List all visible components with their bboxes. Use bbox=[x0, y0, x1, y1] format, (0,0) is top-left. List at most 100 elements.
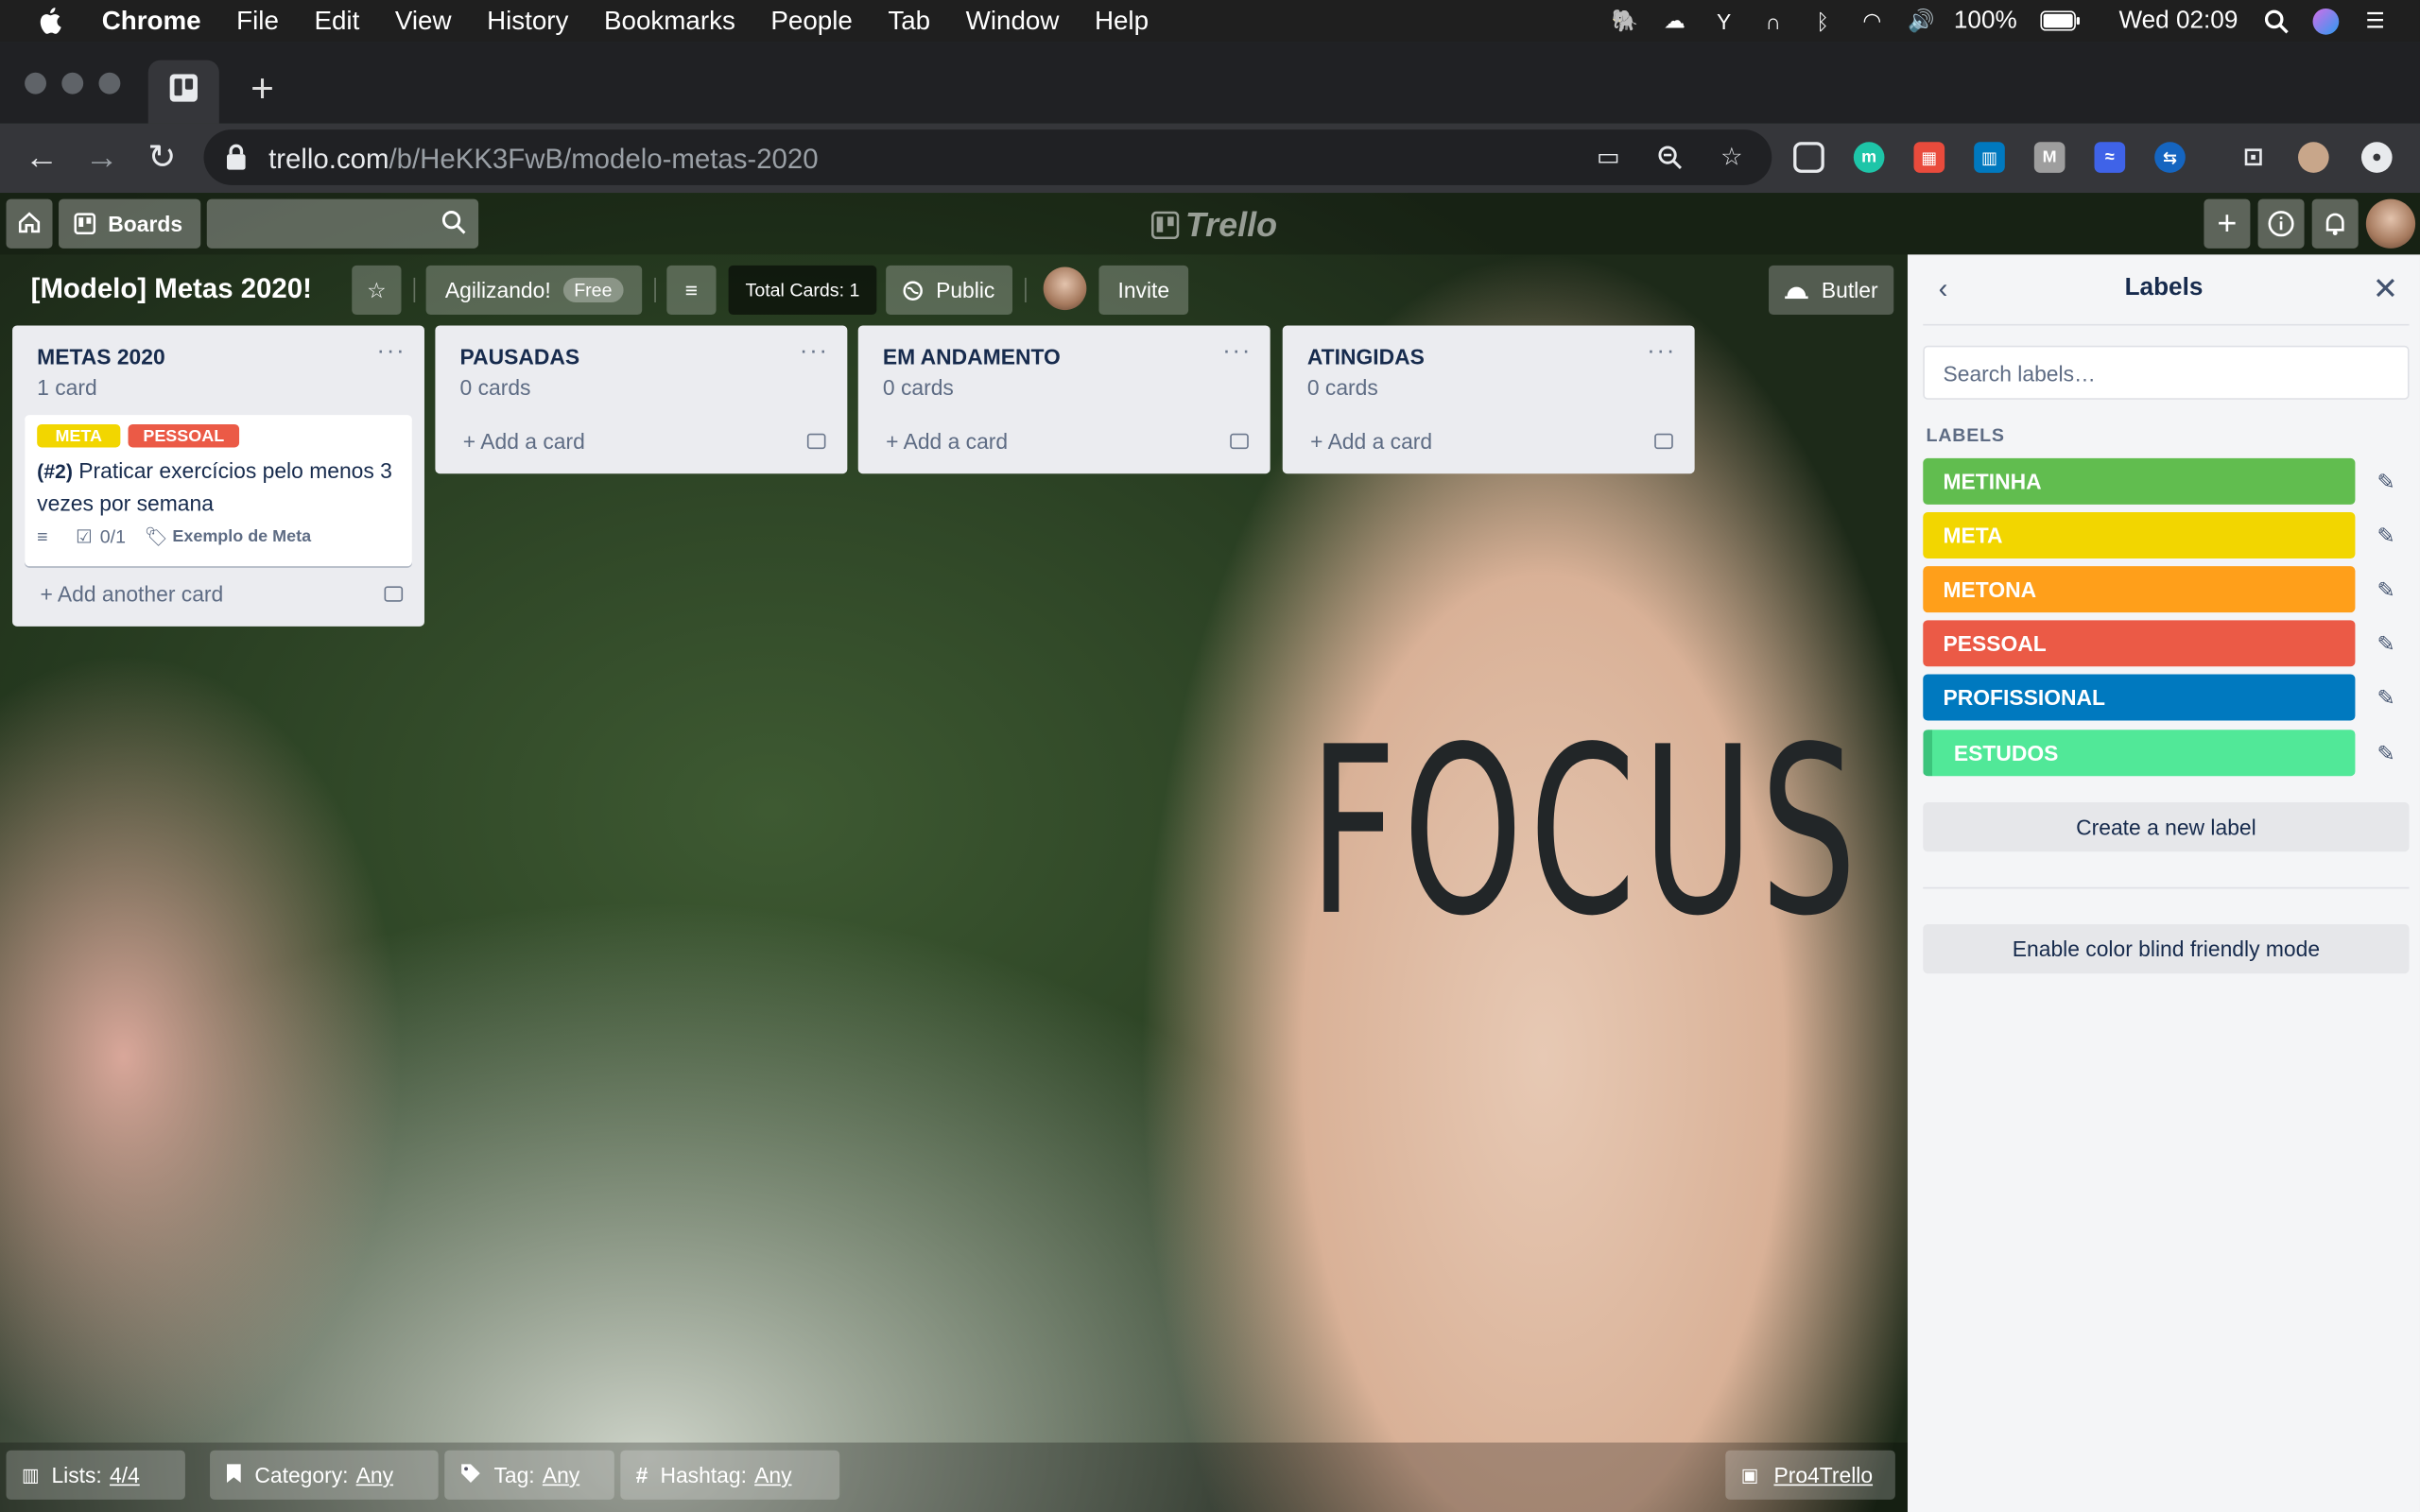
clock[interactable]: Wed 02:09 bbox=[2118, 7, 2238, 34]
address-bar[interactable]: trello.com/b/HeKK3FwB/modelo-metas-2020 … bbox=[203, 129, 1772, 185]
card-template-icon[interactable] bbox=[1230, 433, 1249, 450]
menu-people[interactable]: People bbox=[770, 6, 852, 37]
reload-icon[interactable]: ↻ bbox=[144, 137, 181, 176]
bookmark-star-icon[interactable]: ☆ bbox=[1717, 142, 1748, 173]
apple-icon[interactable] bbox=[37, 6, 64, 37]
spotlight-search-icon[interactable] bbox=[2259, 7, 2293, 34]
color-blind-mode-button[interactable]: Enable color blind friendly mode bbox=[1923, 923, 2410, 974]
list-menu-icon[interactable]: ··· bbox=[800, 338, 829, 366]
edit-label-pencil-icon[interactable]: ✎ bbox=[2371, 627, 2402, 659]
add-card-button[interactable]: + Add a card bbox=[463, 429, 585, 454]
evernote-icon[interactable]: 🐘 bbox=[1608, 7, 1642, 34]
window-close-button[interactable] bbox=[25, 72, 46, 94]
edit-label-pencil-icon[interactable]: ✎ bbox=[2371, 682, 2402, 713]
url-text[interactable]: trello.com/b/HeKK3FwB/modelo-metas-2020 bbox=[268, 144, 819, 176]
label-metona[interactable]: METONA bbox=[1923, 566, 2356, 613]
trello-logo[interactable]: Trello bbox=[1150, 205, 1277, 245]
board-description-button[interactable]: ≡ bbox=[666, 265, 717, 316]
menu-help[interactable]: Help bbox=[1095, 6, 1149, 37]
menu-app-name[interactable]: Chrome bbox=[102, 6, 201, 37]
cloud-icon[interactable]: ☁ bbox=[1657, 7, 1691, 34]
board-title[interactable]: [Modelo] Metas 2020! bbox=[31, 273, 312, 305]
home-button[interactable] bbox=[6, 198, 53, 249]
edit-label-pencil-icon[interactable]: ✎ bbox=[2371, 737, 2402, 768]
add-another-card-button[interactable]: + Add another card bbox=[40, 582, 223, 607]
lock-icon[interactable] bbox=[225, 144, 247, 171]
notifications-button[interactable] bbox=[2311, 198, 2359, 249]
list-menu-icon[interactable]: ··· bbox=[1647, 338, 1676, 366]
list-metas-2020[interactable]: METAS 2020 1 card ··· META PESSOAL (#2) … bbox=[12, 325, 424, 627]
add-card-button[interactable]: + Add a card bbox=[1310, 429, 1432, 454]
edit-label-pencil-icon[interactable]: ✎ bbox=[2371, 466, 2402, 497]
star-board-button[interactable]: ☆ bbox=[352, 265, 402, 316]
card[interactable]: META PESSOAL (#2) Praticar exercícios pe… bbox=[25, 415, 412, 567]
battery-icon[interactable] bbox=[2039, 7, 2083, 34]
category-filter-value[interactable]: Any bbox=[356, 1463, 393, 1487]
create-new-label-button[interactable]: Create a new label bbox=[1923, 801, 2410, 852]
team-button[interactable]: Agilizando! Free bbox=[425, 265, 643, 316]
trello-extension-icon[interactable]: ▥ bbox=[1974, 142, 2005, 173]
hashtag-filter[interactable]: # Hashtag: Any bbox=[620, 1450, 840, 1500]
pocket-extension-icon[interactable] bbox=[1793, 142, 1824, 173]
cast-device-icon[interactable]: ▭ bbox=[1593, 142, 1624, 173]
update-icon[interactable]: ● bbox=[2360, 142, 2393, 173]
list-menu-icon[interactable]: ··· bbox=[376, 338, 406, 366]
visibility-button[interactable]: Public bbox=[886, 265, 1013, 316]
list-menu-icon[interactable]: ··· bbox=[1222, 338, 1252, 366]
pro4trello-label[interactable]: Pro4Trello bbox=[1773, 1463, 1873, 1487]
member-avatar[interactable] bbox=[2365, 198, 2416, 249]
menu-edit[interactable]: Edit bbox=[314, 6, 359, 37]
list-title[interactable]: PAUSADAS bbox=[460, 344, 580, 369]
edit-label-pencil-icon[interactable]: ✎ bbox=[2371, 574, 2402, 605]
butler-button[interactable]: Butler bbox=[1769, 265, 1894, 316]
menu-file[interactable]: File bbox=[236, 6, 279, 37]
list-em-andamento[interactable]: EM ANDAMENTO 0 cards ··· + Add a card bbox=[857, 325, 1270, 474]
tag-filter-value[interactable]: Any bbox=[543, 1463, 579, 1487]
window-minimize-button[interactable] bbox=[61, 72, 84, 94]
list-pausadas[interactable]: PAUSADAS 0 cards ··· + Add a card bbox=[435, 325, 848, 474]
list-title[interactable]: ATINGIDAS bbox=[1307, 344, 1425, 369]
bluetooth-icon[interactable]: ᛒ bbox=[1806, 7, 1840, 34]
close-icon[interactable]: ✕ bbox=[2373, 270, 2398, 309]
translate-extension-icon[interactable]: ⇆ bbox=[2154, 142, 2186, 173]
menu-view[interactable]: View bbox=[395, 6, 452, 37]
fork-icon[interactable]: Y bbox=[1707, 7, 1741, 34]
zoom-icon[interactable] bbox=[1654, 142, 1685, 173]
back-icon[interactable]: ← bbox=[23, 137, 60, 176]
mention-extension-icon[interactable]: m bbox=[1853, 142, 1885, 173]
lists-filter-value[interactable]: 4/4 bbox=[110, 1463, 140, 1487]
edit-label-pencil-icon[interactable]: ✎ bbox=[2371, 520, 2402, 551]
pro4trello-link[interactable]: ▣ Pro4Trello bbox=[1725, 1450, 1895, 1500]
label-profissional[interactable]: PROFISSIONAL bbox=[1923, 674, 2356, 721]
lists-filter[interactable]: ▥ Lists: 4/4 bbox=[6, 1450, 185, 1500]
forward-icon[interactable]: → bbox=[83, 137, 120, 176]
menu-bookmarks[interactable]: Bookmarks bbox=[604, 6, 735, 37]
list-atingidas[interactable]: ATINGIDAS 0 cards ··· + Add a card bbox=[1282, 325, 1695, 474]
card-template-icon[interactable] bbox=[806, 433, 826, 450]
trello-search-input[interactable] bbox=[206, 198, 479, 249]
wifi-icon[interactable]: ◠ bbox=[1855, 7, 1889, 34]
headphones-icon[interactable]: ∩ bbox=[1756, 7, 1790, 34]
menu-window[interactable]: Window bbox=[966, 6, 1060, 37]
list-title[interactable]: METAS 2020 bbox=[37, 344, 165, 369]
label-pessoal[interactable]: PESSOAL bbox=[1923, 620, 2356, 667]
category-filter[interactable]: Category: Any bbox=[210, 1450, 439, 1500]
browser-tab[interactable] bbox=[147, 60, 219, 124]
window-zoom-button[interactable] bbox=[98, 72, 121, 94]
list-title[interactable]: EM ANDAMENTO bbox=[883, 344, 1061, 369]
new-tab-button[interactable]: + bbox=[244, 64, 281, 111]
card-template-icon[interactable] bbox=[1654, 433, 1673, 450]
calendar-extension-icon[interactable]: ▦ bbox=[1913, 142, 1945, 173]
sync-extension-icon[interactable]: ≈ bbox=[2094, 142, 2126, 173]
label-estudos[interactable]: ESTUDOS bbox=[1923, 730, 2356, 777]
volume-icon[interactable]: 🔊 bbox=[1905, 7, 1939, 34]
cast-icon[interactable]: ⊡ bbox=[2238, 142, 2269, 173]
hashtag-filter-value[interactable]: Any bbox=[754, 1463, 791, 1487]
info-button[interactable] bbox=[2257, 198, 2305, 249]
menu-tab[interactable]: Tab bbox=[888, 6, 930, 37]
notification-center-icon[interactable]: ☰ bbox=[2359, 7, 2393, 34]
label-metinha[interactable]: METINHA bbox=[1923, 457, 2356, 505]
create-button[interactable]: + bbox=[2204, 198, 2251, 249]
board-member-avatar[interactable] bbox=[1043, 266, 1087, 311]
tag-filter[interactable]: Tag: Any bbox=[444, 1450, 614, 1500]
